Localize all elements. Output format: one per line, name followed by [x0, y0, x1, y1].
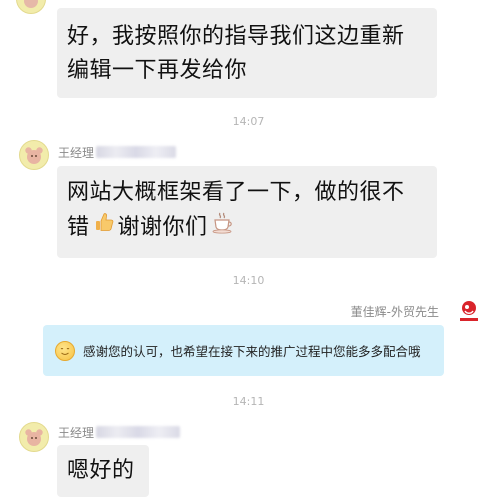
message-line: 好，我按照你的指导我们这边重新	[67, 24, 405, 49]
timestamp: 14:11	[232, 395, 265, 408]
sender-name: 董佳辉-外贸先生	[350, 305, 439, 319]
message-text: 感谢您的认可，也希望在接下来的推广过程中您能多多配合哦	[83, 344, 421, 359]
sender-name: 王经理	[58, 426, 95, 440]
blurred-name-suffix	[96, 426, 180, 438]
coffee-cup-icon	[211, 210, 237, 245]
message-line: 网站大概框架看了一下，做的很不	[67, 180, 405, 205]
message-line: 错	[67, 214, 90, 240]
thumbs-up-icon	[92, 210, 116, 245]
avatar[interactable]	[19, 140, 49, 170]
message-line: 编辑一下再发给你	[67, 58, 248, 83]
blurred-name-suffix	[96, 146, 176, 158]
avatar[interactable]	[456, 298, 482, 324]
message-text: 嗯好的	[67, 458, 135, 483]
message-bubble: 好，我按照你的指导我们这边重新 编辑一下再发给你	[57, 8, 437, 98]
message-bubble: 网站大概框架看了一下，做的很不 错 谢谢你们	[57, 166, 437, 258]
sender-name: 王经理	[58, 146, 95, 160]
message-bubble: 感谢您的认可，也希望在接下来的推广过程中您能多多配合哦	[43, 325, 444, 376]
smiling-face-icon	[55, 340, 75, 361]
timestamp: 14:07	[232, 115, 265, 128]
message-line: 谢谢你们	[117, 214, 208, 240]
avatar[interactable]	[16, 0, 46, 14]
timestamp: 14:10	[232, 274, 265, 287]
avatar[interactable]	[19, 422, 49, 452]
message-bubble: 嗯好的	[57, 445, 149, 497]
